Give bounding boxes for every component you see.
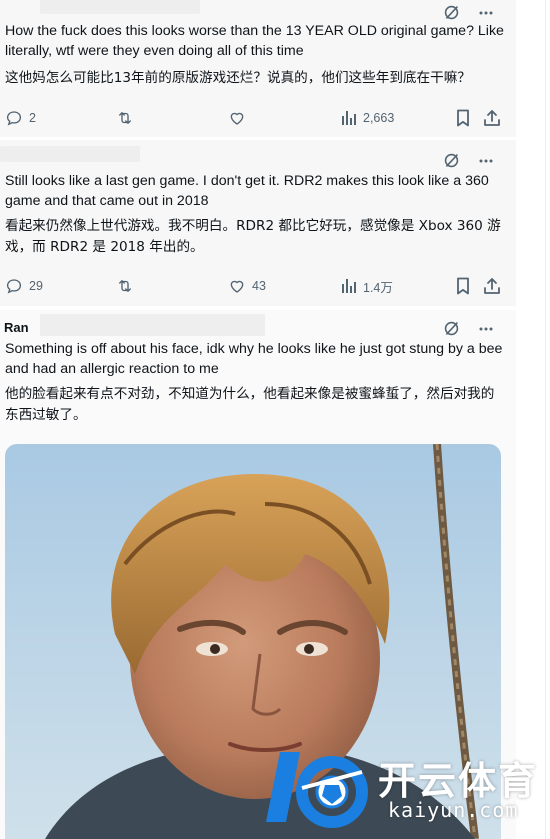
views-button[interactable]: 1.4万	[341, 276, 393, 296]
tweet-top-icons	[443, 320, 494, 337]
views-count: 2,663	[363, 111, 395, 125]
like-button[interactable]: 43	[228, 276, 266, 296]
bookmark-button[interactable]	[455, 276, 471, 296]
tweet-actions: 2 2,663	[5, 108, 505, 128]
reply-icon	[5, 109, 23, 127]
watermark-brand-cn: 开云体育	[378, 759, 539, 803]
bookmark-button[interactable]	[455, 108, 471, 128]
redacted-author	[40, 314, 265, 336]
grok-icon[interactable]	[443, 320, 460, 337]
tweet-card[interactable]: Still looks like a last gen game. I don'…	[0, 140, 516, 306]
share-icon	[483, 109, 501, 127]
reply-button[interactable]: 2	[5, 108, 36, 128]
kaiyun-logo-icon	[266, 752, 368, 828]
share-button[interactable]	[483, 276, 501, 296]
views-icon	[341, 278, 357, 294]
views-button[interactable]: 2,663	[341, 108, 394, 128]
bookmark-icon	[455, 277, 471, 295]
grok-icon[interactable]	[443, 4, 460, 21]
tweet-text-cn: 看起来仍然像上世代游戏。我不明白。RDR2 都比它好玩，感觉像是 Xbox 36…	[5, 218, 501, 255]
reply-button[interactable]: 29	[5, 276, 43, 296]
like-icon	[228, 277, 246, 295]
grok-icon[interactable]	[443, 152, 460, 169]
redacted-author	[0, 146, 140, 162]
tweet-text-en: Still looks like a last gen game. I don'…	[5, 173, 489, 209]
like-icon	[228, 109, 246, 127]
tweet-text-cn: 这他妈怎么可能比13年前的原版游戏还烂？说真的，他们这些年到底在干嘛？	[5, 70, 471, 86]
tweet-top-icons	[443, 4, 494, 21]
tweet-actions: 29 43 1.4万	[5, 276, 505, 296]
redacted-author	[40, 0, 200, 14]
retweet-button[interactable]	[115, 108, 135, 128]
retweet-icon	[115, 109, 135, 127]
views-icon	[341, 110, 357, 126]
column-divider	[545, 0, 546, 839]
more-icon[interactable]	[478, 153, 494, 169]
retweet-button[interactable]	[115, 276, 135, 296]
reply-count: 2	[29, 111, 36, 125]
tweet-text-cn: 他的脸看起来有点不对劲，不知道为什么，他看起来像是被蜜蜂蜇了，然后对我的东西过敏…	[5, 386, 495, 423]
tweet-card[interactable]: How the fuck does this looks worse than …	[0, 0, 516, 137]
views-count: 1.4万	[363, 280, 393, 295]
watermark-url: kaiyun.com	[388, 798, 519, 822]
reply-icon	[5, 277, 23, 295]
share-button[interactable]	[483, 108, 501, 128]
more-icon[interactable]	[478, 321, 494, 337]
tweet-text-en: Something is off about his face, idk why…	[5, 341, 503, 377]
retweet-icon	[115, 277, 135, 295]
author-name[interactable]: Ran	[4, 320, 29, 335]
tweet-text-en: How the fuck does this looks worse than …	[5, 23, 504, 59]
like-button[interactable]	[228, 108, 246, 128]
watermark: 开云体育 kaiyun.com	[262, 742, 544, 834]
more-icon[interactable]	[478, 5, 494, 21]
tweet-top-icons	[443, 152, 494, 169]
like-count: 43	[252, 279, 266, 293]
bookmark-icon	[455, 109, 471, 127]
reply-count: 29	[29, 279, 43, 293]
share-icon	[483, 277, 501, 295]
